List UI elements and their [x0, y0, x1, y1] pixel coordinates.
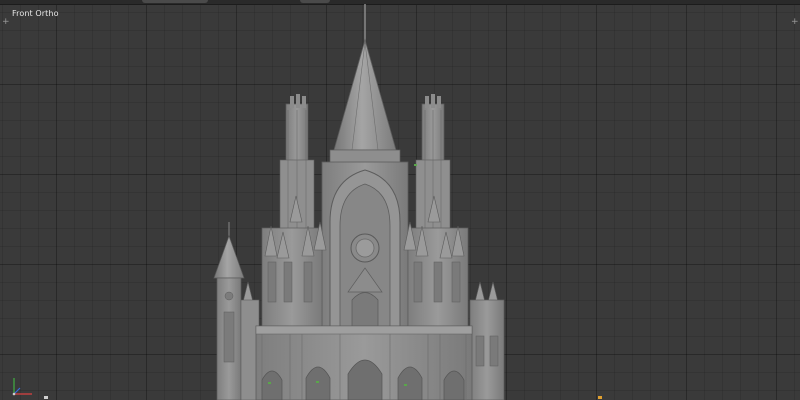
axis-gizmo: [12, 378, 32, 396]
frame-indicator: [44, 396, 48, 399]
central-spire: [333, 38, 397, 151]
right-wing: [469, 299, 505, 400]
cathedral-model[interactable]: [0, 0, 800, 400]
3d-viewport[interactable]: Front Ortho + +: [0, 0, 800, 400]
left-turret: [213, 222, 260, 400]
keyframe-marker: [598, 396, 602, 399]
